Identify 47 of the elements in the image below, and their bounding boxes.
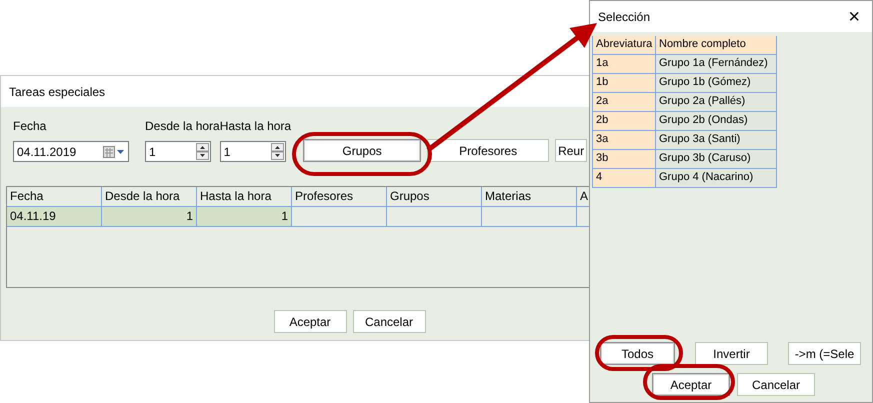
date-label: Fecha <box>13 119 48 133</box>
close-button[interactable]: × <box>844 6 864 26</box>
window-title: Tareas especiales <box>9 84 106 98</box>
table-cell[interactable]: Grupo 3b (Caruso) <box>656 150 777 169</box>
table-cell[interactable]: 1b <box>593 74 656 93</box>
spin-arrows-icon[interactable] <box>270 143 284 160</box>
table-cell[interactable]: 1a <box>593 55 656 74</box>
dialog-button[interactable]: Aceptar <box>652 373 730 396</box>
table-cell[interactable]: Grupo 1b (Gómez) <box>656 74 777 93</box>
column-header[interactable]: Grupos <box>387 187 482 207</box>
to-hour-spinner[interactable]: 1 <box>220 141 286 162</box>
dialog-button[interactable]: Todos <box>600 342 675 365</box>
calendar-icon <box>103 146 125 158</box>
dialog-button[interactable]: Invertir <box>695 342 768 365</box>
column-header[interactable]: Abreviatura <box>593 36 656 55</box>
column-header[interactable]: Desde la hora <box>102 187 197 207</box>
table-cell[interactable]: 3b <box>593 150 656 169</box>
from-hour-label: Desde la hora <box>145 119 220 133</box>
dialog-button[interactable]: ->m (=Sele <box>788 342 861 365</box>
filter-button[interactable]: Reur <box>555 139 588 162</box>
column-header[interactable]: Hasta la hora <box>197 187 292 207</box>
column-header[interactable]: Materias <box>482 187 577 207</box>
table-cell[interactable]: 2b <box>593 112 656 131</box>
table-cell[interactable]: Grupo 2a (Pallés) <box>656 93 777 112</box>
column-header[interactable]: Profesores <box>292 187 387 207</box>
table-cell[interactable]: Grupo 1a (Fernández) <box>656 55 777 74</box>
dialog-button[interactable]: Cancelar <box>352 310 426 333</box>
table-cell[interactable]: 4 <box>593 169 656 188</box>
table-cell: 04.11.19 <box>7 207 102 227</box>
table-cell: 1 <box>102 207 197 227</box>
dialog-title: Selección <box>598 10 652 24</box>
table-cell[interactable]: Grupo 4 (Nacarino) <box>656 169 777 188</box>
to-hour-label: Hasta la hora <box>220 119 292 133</box>
table-cell[interactable]: 2a <box>593 93 656 112</box>
table-cell: 1 <box>197 207 292 227</box>
table-cell[interactable]: Grupo 2b (Ondas) <box>656 112 777 131</box>
table-cell[interactable]: Grupo 3a (Santi) <box>656 131 777 150</box>
date-picker[interactable]: 04.11.2019 <box>13 141 129 162</box>
from-hour-spinner[interactable]: 1 <box>145 141 211 162</box>
column-header[interactable]: Fecha <box>7 187 102 207</box>
column-header[interactable]: Nombre completo <box>656 36 777 55</box>
filter-button[interactable]: Profesores <box>427 139 550 162</box>
dialog-button[interactable]: Aceptar <box>274 310 346 333</box>
dialog-button[interactable]: Cancelar <box>737 373 815 396</box>
spin-arrows-icon[interactable] <box>196 143 209 160</box>
table-cell[interactable]: 3a <box>593 131 656 150</box>
filter-button[interactable]: Grupos <box>303 139 422 162</box>
